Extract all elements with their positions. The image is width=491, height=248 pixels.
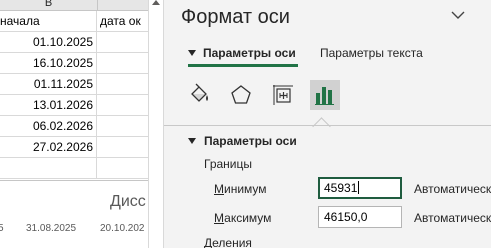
minimum-auto-button[interactable]: Автоматическ <box>414 182 491 196</box>
table-row <box>0 158 148 179</box>
maximum-value: 46150,0 <box>324 210 368 224</box>
section-title: Параметры оси <box>204 134 297 148</box>
effects-icon <box>231 85 251 104</box>
cell-c[interactable] <box>97 158 148 178</box>
tab-dropdown-arrow-icon[interactable] <box>188 50 196 56</box>
axis-options-section-header[interactable]: Параметры оси <box>164 133 491 151</box>
column-header-row: B <box>0 0 148 11</box>
cell-grid: начала дата ок 01.10.2025 16.10.2025 01.… <box>0 11 148 179</box>
minimum-input[interactable]: 45931 <box>318 177 402 199</box>
table-row: начала дата ок <box>0 11 148 32</box>
size-properties-icon <box>273 85 293 105</box>
text-caret <box>358 181 360 194</box>
table-row: 13.01.2026 <box>0 95 148 116</box>
size-properties-button[interactable] <box>268 80 298 110</box>
maximum-input[interactable]: 46150,0 <box>318 206 402 228</box>
maximum-label-accelerator: М <box>214 211 225 225</box>
cell-b[interactable]: 01.11.2025 <box>0 74 97 94</box>
cell-c[interactable] <box>97 53 148 73</box>
cell-c[interactable]: дата ок <box>97 11 148 31</box>
minimum-value: 45931 <box>324 181 358 195</box>
effects-button[interactable] <box>226 80 256 110</box>
excel-window: B начала дата ок 01.10.2025 16.10.2025 0… <box>0 0 491 248</box>
fill-line-icon <box>191 83 208 102</box>
pane-tabs: Параметры оси Параметры текста <box>164 40 491 70</box>
cell-b[interactable]: начала <box>0 11 97 31</box>
cell-c[interactable] <box>97 32 148 52</box>
bounds-label: Границы <box>204 157 252 171</box>
chevron-down-icon <box>451 11 465 19</box>
cell-b[interactable]: 27.02.2026 <box>0 137 97 157</box>
maximum-label-text: аксимум <box>224 211 272 225</box>
format-axis-pane: Формат оси Параметры оси Параметры текст… <box>164 0 491 248</box>
minimum-label: Минимум <box>214 182 267 196</box>
cell-b[interactable]: 16.10.2025 <box>0 53 97 73</box>
table-row: 06.02.2026 <box>0 116 148 137</box>
cell-b[interactable]: 06.02.2026 <box>0 116 97 136</box>
axis-tick-label: 20.10.202 <box>100 223 145 234</box>
chart-area[interactable]: Дисс 5 31.08.2025 20.10.202 <box>0 180 148 248</box>
maximum-auto-button[interactable]: Автоматическ <box>414 211 491 225</box>
cell-b[interactable] <box>0 158 97 178</box>
tab-text-options[interactable]: Параметры текста <box>320 46 423 60</box>
column-header-b[interactable]: B <box>0 0 98 10</box>
cell-c[interactable] <box>97 137 148 157</box>
axis-tick-label: 31.08.2025 <box>26 223 77 234</box>
cell-c[interactable] <box>97 116 148 136</box>
pane-options-button[interactable] <box>450 8 466 20</box>
table-row: 16.10.2025 <box>0 53 148 74</box>
axis-tick-label: 5 <box>0 223 4 234</box>
tab-axis-options[interactable]: Параметры оси <box>203 46 296 60</box>
cell-c[interactable] <box>97 95 148 115</box>
minimum-label-accelerator: М <box>214 182 224 196</box>
chart-title[interactable]: Дисс <box>110 193 146 211</box>
cell-b[interactable]: 13.01.2026 <box>0 95 97 115</box>
cell-b[interactable]: 01.10.2025 <box>0 32 97 52</box>
minimum-label-text: инимум <box>224 182 267 196</box>
table-row: 01.10.2025 <box>0 32 148 53</box>
option-icons-row <box>164 76 491 136</box>
maximum-label: Максимум <box>214 211 271 225</box>
divider <box>164 125 491 126</box>
vertical-scrollbar[interactable] <box>148 0 164 248</box>
table-row: 01.11.2025 <box>0 74 148 95</box>
cell-c[interactable] <box>97 74 148 94</box>
pane-title: Формат оси <box>181 6 290 28</box>
table-row: 27.02.2026 <box>0 137 148 158</box>
section-collapse-arrow-icon <box>188 138 196 144</box>
fill-line-button[interactable] <box>184 80 214 110</box>
axis-options-button[interactable] <box>310 80 340 110</box>
scroll-up-arrow-icon[interactable] <box>152 0 160 5</box>
axis-options-icon <box>315 87 334 105</box>
spreadsheet: B начала дата ок 01.10.2025 16.10.2025 0… <box>0 0 148 248</box>
ticks-label: Деления <box>204 236 252 248</box>
active-tab-indicator <box>188 64 298 67</box>
